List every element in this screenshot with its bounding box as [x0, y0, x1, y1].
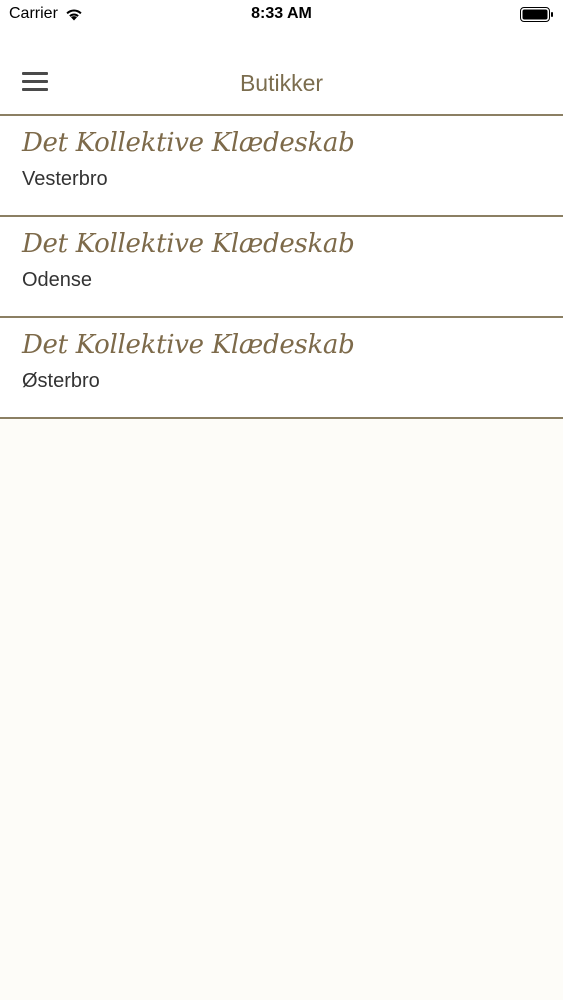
store-row-vesterbro[interactable]: Det Kollektive Klædeskab Vesterbro — [0, 116, 563, 217]
battery-icon — [520, 7, 553, 22]
status-bar: Carrier 8:33 AM — [0, 0, 563, 30]
store-location: Vesterbro — [22, 168, 108, 190]
store-brand: Det Kollektive Klædeskab — [22, 128, 355, 158]
page-title: Butikker — [239, 70, 324, 96]
store-brand: Det Kollektive Klædeskab — [22, 229, 355, 259]
store-row-osterbro[interactable]: Det Kollektive Klædeskab Østerbro — [0, 318, 563, 419]
store-list: Det Kollektive Klædeskab Vesterbro Det K… — [0, 116, 563, 419]
store-location: Odense — [22, 269, 93, 291]
status-time: 8:33 AM — [251, 5, 312, 22]
store-location: Østerbro — [22, 370, 100, 392]
store-row-odense[interactable]: Det Kollektive Klædeskab Odense — [0, 217, 563, 318]
store-brand: Det Kollektive Klædeskab — [22, 330, 355, 360]
navigation-bar: Butikker — [0, 30, 563, 116]
